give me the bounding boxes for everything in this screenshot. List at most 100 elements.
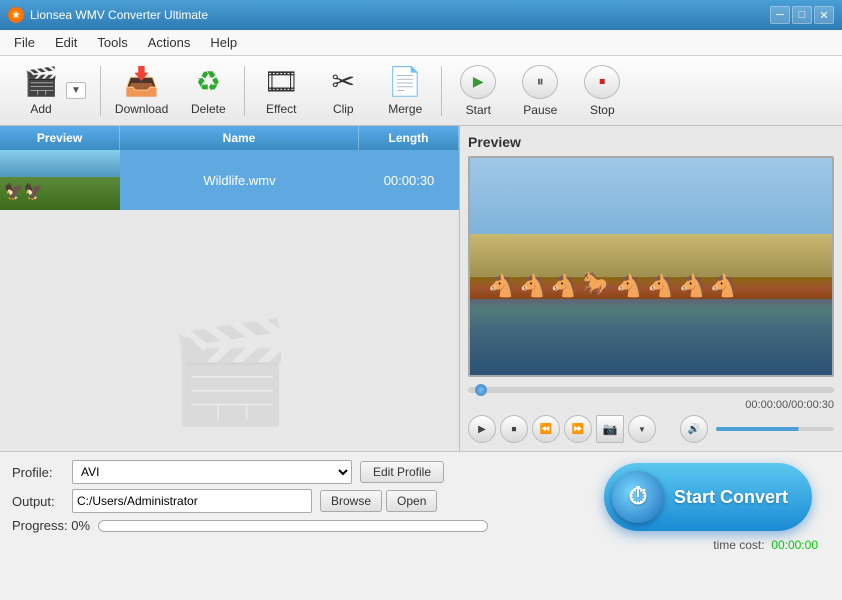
delete-icon: ♻: [196, 65, 221, 98]
horse-7: 🐴: [679, 273, 706, 299]
horses: 🐴 🐴 🐴 🐎 🐴 🐴 🐴 🐴: [488, 234, 814, 299]
screenshot-button[interactable]: 📷: [596, 415, 624, 443]
preview-video: 🐴 🐴 🐴 🐎 🐴 🐴 🐴 🐴: [468, 156, 834, 377]
horse-1: 🐴: [488, 273, 515, 299]
profile-label: Profile:: [12, 465, 72, 480]
horse-6: 🐴: [648, 273, 675, 299]
file-length: 00:00:30: [359, 173, 459, 188]
start-label: Start: [466, 103, 491, 117]
volume-icon[interactable]: 🔊: [680, 415, 708, 443]
progress-track: [98, 520, 488, 532]
time-display: 00:00:00/00:00:30: [468, 399, 834, 411]
merge-label: Merge: [388, 102, 422, 116]
thumb-image: 🦅🦅: [0, 150, 120, 210]
effect-icon: 🎞: [264, 65, 300, 98]
play-control[interactable]: ▶: [468, 415, 496, 443]
output-path-input[interactable]: [72, 489, 312, 513]
close-button[interactable]: ✕: [814, 6, 834, 24]
start-convert-area: ⏱ Start Convert: [604, 463, 812, 531]
rewind-control[interactable]: ⏪: [532, 415, 560, 443]
minimize-button[interactable]: ─: [770, 6, 790, 24]
scrub-thumb[interactable]: [475, 384, 487, 396]
app-icon: ★: [8, 7, 24, 23]
app-title: Lionsea WMV Converter Ultimate: [30, 8, 770, 22]
maximize-button[interactable]: □: [792, 6, 812, 24]
sep2: [244, 66, 245, 116]
water: [470, 299, 832, 375]
open-button[interactable]: Open: [386, 490, 437, 512]
horse-4: 🐎: [582, 270, 612, 299]
start-convert-button[interactable]: ⏱ Start Convert: [604, 463, 812, 531]
effect-button[interactable]: 🎞 Effect: [251, 61, 311, 121]
play-icon: ▶: [460, 65, 496, 99]
stop-button[interactable]: ⏹ Stop: [572, 61, 632, 121]
convert-icon: ⏱: [612, 471, 664, 523]
start-convert-label: Start Convert: [674, 487, 788, 508]
time-cost-value: 00:00:00: [771, 538, 818, 552]
time-cost-label: time cost:: [713, 538, 764, 552]
pause-icon: ⏸: [522, 65, 558, 99]
menu-actions[interactable]: Actions: [138, 32, 201, 53]
start-button[interactable]: ▶ Start: [448, 61, 508, 121]
merge-button[interactable]: 📄 Merge: [375, 61, 435, 121]
volume-slider[interactable]: [716, 427, 834, 431]
title-bar: ★ Lionsea WMV Converter Ultimate ─ □ ✕: [0, 0, 842, 30]
sky: [470, 158, 832, 245]
header-length: Length: [359, 126, 459, 150]
menu-help[interactable]: Help: [200, 32, 247, 53]
pause-button[interactable]: ⏸ Pause: [510, 61, 570, 121]
download-icon: 📥: [124, 65, 159, 98]
scrub-slider-area: [468, 383, 834, 397]
header-name: Name: [120, 126, 359, 150]
output-label: Output:: [12, 494, 72, 509]
main-content: Preview Name Length 🦅🦅 Wildlife.wmv 00:0…: [0, 126, 842, 451]
dropdown-control[interactable]: ▼: [628, 415, 656, 443]
add-icon: 🎬: [24, 65, 59, 98]
horse-3: 🐴: [551, 273, 578, 299]
add-dropdown-arrow[interactable]: ▼: [66, 82, 86, 99]
file-list-area: Preview Name Length 🦅🦅 Wildlife.wmv 00:0…: [0, 126, 460, 451]
menu-file[interactable]: File: [4, 32, 45, 53]
clip-label: Clip: [333, 102, 354, 116]
profile-select[interactable]: AVI: [72, 460, 352, 484]
file-thumbnail: 🦅🦅: [0, 150, 120, 210]
merge-icon: 📄: [388, 65, 423, 98]
delete-button[interactable]: ♻ Delete: [178, 61, 238, 121]
effect-label: Effect: [266, 102, 296, 116]
download-label: Download: [115, 102, 168, 116]
file-list-body: 🦅🦅 Wildlife.wmv 00:00:30 🎬: [0, 150, 459, 451]
clip-button[interactable]: ✂ Clip: [313, 61, 373, 121]
horse-8: 🐴: [710, 273, 737, 299]
pause-label: Pause: [523, 103, 557, 117]
add-button[interactable]: 🎬 Add ▼: [8, 61, 94, 121]
scrub-track[interactable]: [468, 387, 834, 393]
bottom-bar: Profile: AVI Edit Profile Output: Browse…: [0, 451, 842, 561]
horse-5: 🐴: [616, 273, 643, 299]
stop-label: Stop: [590, 103, 615, 117]
header-preview: Preview: [0, 126, 120, 150]
playback-controls: ▶ ⏹ ⏪ ⏩ 📷 ▼ 🔊: [468, 415, 834, 443]
menu-bar: File Edit Tools Actions Help: [0, 30, 842, 56]
browse-button[interactable]: Browse: [320, 490, 382, 512]
add-label: Add: [30, 102, 51, 116]
edit-profile-button[interactable]: Edit Profile: [360, 461, 444, 483]
fast-forward-control[interactable]: ⏩: [564, 415, 592, 443]
horse-2: 🐴: [520, 273, 547, 299]
progress-label: Progress: 0%: [12, 518, 90, 533]
watermark: 🎬: [167, 314, 292, 431]
download-button[interactable]: 📥 Download: [107, 61, 176, 121]
sep1: [100, 66, 101, 116]
stop-control[interactable]: ⏹: [500, 415, 528, 443]
menu-tools[interactable]: Tools: [87, 32, 137, 53]
file-list-header: Preview Name Length: [0, 126, 459, 150]
birds-decoration: 🦅🦅: [4, 182, 44, 202]
preview-label: Preview: [468, 134, 834, 150]
stop-icon: ⏹: [584, 65, 620, 99]
clip-icon: ✂: [332, 65, 355, 98]
toolbar: 🎬 Add ▼ 📥 Download ♻ Delete 🎞 Effect ✂ C…: [0, 56, 842, 126]
add-icon-block: 🎬 Add: [16, 65, 66, 116]
time-cost-row: time cost: 00:00:00: [12, 538, 830, 552]
window-controls: ─ □ ✕: [770, 6, 834, 24]
table-row[interactable]: 🦅🦅 Wildlife.wmv 00:00:30: [0, 150, 459, 210]
menu-edit[interactable]: Edit: [45, 32, 87, 53]
